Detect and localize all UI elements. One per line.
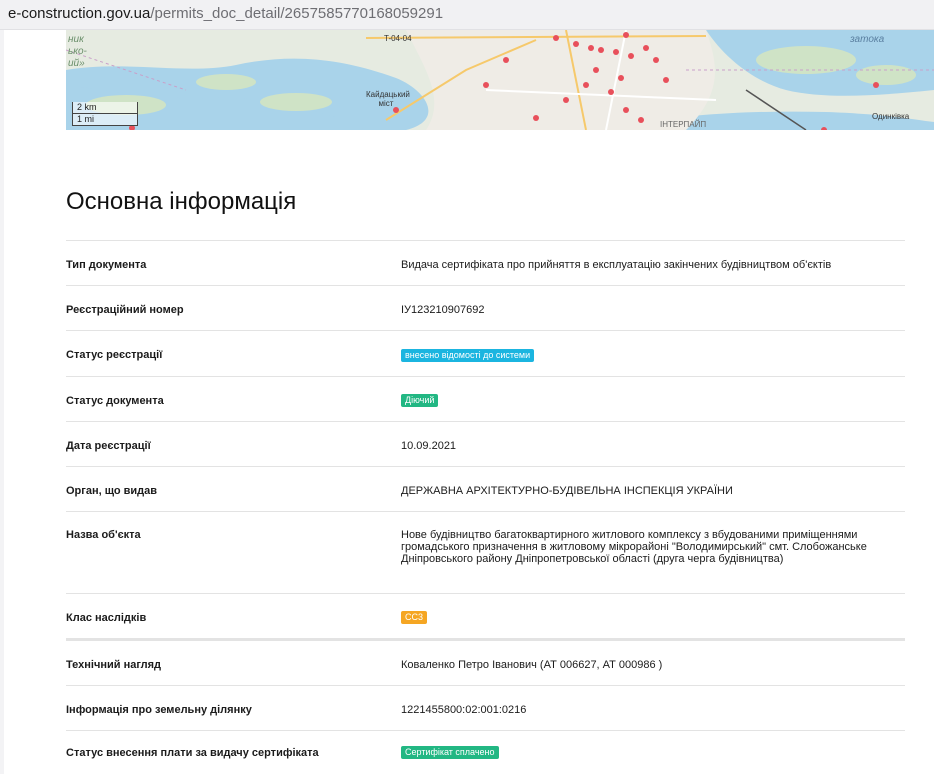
row-issuing-authority: Орган, що видав ДЕРЖАВНА АРХІТЕКТУРНО-БУ… (66, 466, 905, 511)
row-label: Дата реєстрації (66, 440, 151, 452)
location-map[interactable]: T-04-04 Кайдацький міст затока ІНТЕРПАЙП… (66, 30, 934, 130)
left-gutter (0, 30, 4, 774)
map-scale-mi: 1 mi (72, 114, 138, 126)
class-badge: СС3 (401, 611, 428, 624)
row-value: Коваленко Петро Іванович (АТ 006627, АТ … (401, 659, 663, 671)
row-label: Статус реєстрації (66, 349, 163, 361)
row-registration-number: Реєстраційний номер ІУ123210907692 (66, 285, 905, 330)
row-document-status: Статус документа Діючий (66, 376, 905, 421)
row-object-name: Назва об'єкта Нове будівництво багатоква… (66, 511, 905, 593)
row-registration-date: Дата реєстрації 10.09.2021 (66, 421, 905, 466)
row-document-type: Тип документа Видача сертифіката про при… (66, 240, 905, 285)
info-table: Тип документа Видача сертифіката про при… (66, 240, 905, 770)
row-technical-supervision: Технічний нагляд Коваленко Петро Іванови… (66, 638, 905, 685)
row-registration-status: Статус реєстрації внесено відомості до с… (66, 330, 905, 376)
map-scale: 2 km 1 mi (72, 102, 138, 126)
row-land-plot: Інформація про земельну ділянку 12214558… (66, 685, 905, 730)
map-road-label: T-04-04 (384, 34, 412, 43)
map-park-label-3: ий» (68, 58, 85, 69)
map-park-label-2: ько- (68, 46, 87, 57)
row-label: Тип документа (66, 259, 147, 271)
row-label: Інформація про земельну ділянку (66, 704, 252, 716)
map-bay-label: затока (850, 34, 885, 45)
row-value: ІУ123210907692 (401, 304, 485, 316)
row-value: ДЕРЖАВНА АРХІТЕКТУРНО-БУДІВЕЛЬНА ІНСПЕКЦ… (401, 485, 733, 497)
row-value: Видача сертифіката про прийняття в експл… (401, 259, 832, 271)
status-badge: Діючий (401, 394, 439, 407)
row-label: Статус документа (66, 395, 164, 407)
map-district-label: ІНТЕРПАЙП (660, 120, 707, 129)
map-canvas (66, 30, 934, 130)
row-value: Нове будівництво багатоквартирного житло… (401, 529, 867, 565)
status-badge: Сертифікат сплачено (401, 746, 499, 759)
row-payment-status: Статус внесення плати за видачу сертифік… (66, 730, 905, 770)
row-value: 1221455800:02:001:0216 (401, 704, 527, 716)
row-label: Клас наслідків (66, 612, 147, 624)
row-label: Реєстраційний номер (66, 304, 184, 316)
address-bar[interactable]: e-construction.gov.ua/permits_doc_detail… (0, 0, 934, 30)
row-label: Статус внесення плати за видачу сертифік… (66, 747, 319, 759)
row-label: Назва об'єкта (66, 529, 141, 541)
map-park-label-1: ник (68, 34, 84, 45)
row-value: 10.09.2021 (401, 440, 457, 452)
row-label: Технічний нагляд (66, 659, 162, 671)
row-label: Орган, що видав (66, 485, 158, 497)
status-badge: внесено відомості до системи (401, 349, 535, 362)
map-village-label: Одинківка (872, 112, 910, 121)
row-consequence-class: Клас наслідків СС3 (66, 593, 905, 638)
map-bridge-label: Кайдацький міст (366, 90, 410, 108)
map-scale-km: 2 km (72, 102, 138, 114)
url-path: /permits_doc_detail/2657585770168059291 (150, 5, 444, 22)
section-title: Основна інформація (66, 188, 297, 215)
url-host: e-construction.gov.ua (8, 5, 151, 22)
